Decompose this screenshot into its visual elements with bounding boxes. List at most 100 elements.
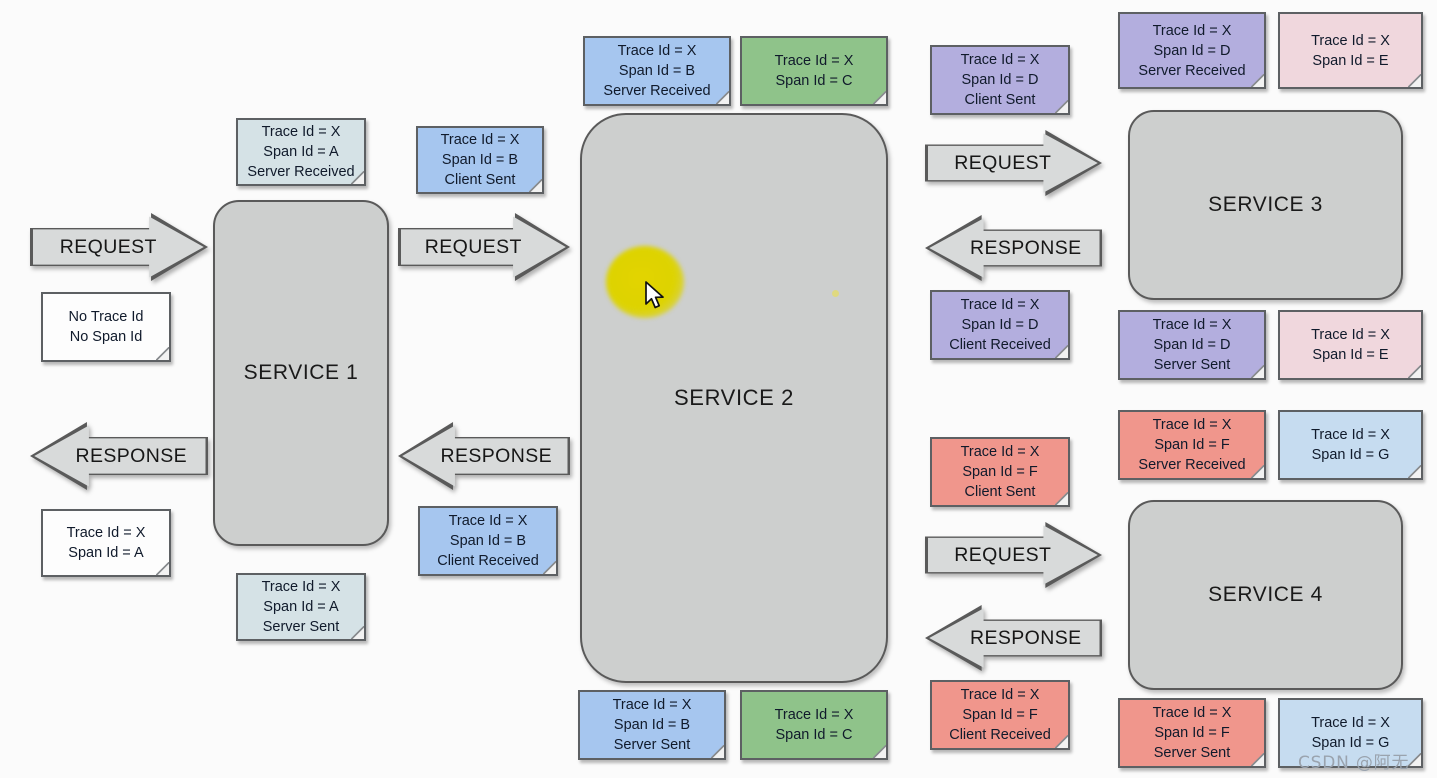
arrow-label: REQUEST <box>954 151 1052 174</box>
tracing-diagram-canvas: SERVICE 1 SERVICE 2 SERVICE 3 SERVICE 4 … <box>0 0 1437 778</box>
note-line: Trace Id = X <box>1152 317 1232 333</box>
arrow-label: REQUEST <box>59 235 157 258</box>
service-1-label: SERVICE 1 <box>243 361 359 384</box>
arrow-response-service-3-to-service-2[interactable]: RESPONSE <box>925 215 1102 281</box>
note-line: Span Id = B <box>613 717 691 733</box>
note-line: Span Id = A <box>68 545 144 561</box>
arrow-label: REQUEST <box>424 235 522 258</box>
note-span-g-top[interactable]: Trace Id = X Span Id = G <box>1278 410 1423 480</box>
note-line: Span Id = F <box>1154 725 1230 741</box>
service-2-label: SERVICE 2 <box>674 385 794 410</box>
note-line: Trace Id = X <box>448 513 528 529</box>
arrow-request-into-service-1[interactable]: REQUEST <box>30 213 208 281</box>
note-span-b-server-sent[interactable]: Trace Id = X Span Id = B Server Sent <box>578 690 726 760</box>
note-span-g-bottom[interactable]: Trace Id = X Span Id = G <box>1278 698 1423 768</box>
mouse-pointer-icon <box>645 281 664 309</box>
note-line: Trace Id = X <box>1152 22 1232 39</box>
service-box-service-3[interactable]: SERVICE 3 <box>1128 110 1403 300</box>
arrow-label: RESPONSE <box>440 444 553 467</box>
note-line: Span Id = B <box>449 533 527 549</box>
note-line: No Span Id <box>69 329 143 345</box>
arrow-label: RESPONSE <box>75 444 188 467</box>
note-no-trace-id[interactable]: No Trace Id No Span Id <box>41 292 171 362</box>
arrow-label: RESPONSE <box>969 236 1082 259</box>
note-line: Server Received <box>1138 62 1246 79</box>
note-span-c-bottom[interactable]: Trace Id = X Span Id = C <box>740 690 888 760</box>
arrow-request-service-2-to-service-3[interactable]: REQUEST <box>925 130 1102 196</box>
note-span-d-server-received[interactable]: Trace Id = X Span Id = D Server Received <box>1118 12 1266 89</box>
note-span-c-top[interactable]: Trace Id = X Span Id = C <box>740 36 888 106</box>
note-line: Trace Id = X <box>66 525 146 541</box>
note-span-e-top[interactable]: Trace Id = X Span Id = E <box>1278 12 1423 89</box>
note-span-f-server-sent[interactable]: Trace Id = X Span Id = F Server Sent <box>1118 698 1266 768</box>
note-line: Span Id = D <box>1153 42 1231 59</box>
note-line: Client Sent <box>964 484 1036 500</box>
note-line: Trace Id = X <box>1152 705 1232 721</box>
arrow-request-service-2-to-service-4[interactable]: REQUEST <box>925 522 1102 588</box>
note-line: Trace Id = X <box>1152 417 1232 433</box>
note-line: Trace Id = X <box>960 444 1040 460</box>
note-span-a-response[interactable]: Trace Id = X Span Id = A <box>41 509 171 577</box>
service-box-service-1[interactable]: SERVICE 1 <box>213 200 389 546</box>
note-line: Span Id = D <box>961 317 1039 333</box>
note-line: Span Id = C <box>775 73 853 89</box>
note-line: Trace Id = X <box>1311 715 1390 731</box>
note-span-a-server-received[interactable]: Trace Id = X Span Id = A Server Received <box>236 118 366 186</box>
note-line: Server Sent <box>1153 357 1231 373</box>
note-span-f-client-received[interactable]: Trace Id = X Span Id = F Client Received <box>930 680 1070 750</box>
note-line: Span Id = C <box>775 727 853 743</box>
note-line: Span Id = A <box>263 144 339 160</box>
note-line: Span Id = E <box>1312 347 1389 363</box>
note-span-d-client-sent[interactable]: Trace Id = X Span Id = D Client Sent <box>930 45 1070 115</box>
arrow-label: REQUEST <box>954 543 1052 566</box>
note-line: Trace Id = X <box>617 43 697 59</box>
note-line: Trace Id = X <box>1311 32 1390 49</box>
service-box-service-2[interactable]: SERVICE 2 <box>580 113 888 683</box>
note-line: Client Received <box>949 727 1051 743</box>
arrow-response-service-4-to-service-2[interactable]: RESPONSE <box>925 605 1102 671</box>
note-line: Server Received <box>247 164 355 180</box>
note-span-d-server-sent[interactable]: Trace Id = X Span Id = D Server Sent <box>1118 310 1266 380</box>
note-line: Span Id = D <box>1153 337 1231 353</box>
note-line: Server Sent <box>1153 745 1231 761</box>
note-span-f-server-received[interactable]: Trace Id = X Span Id = F Server Received <box>1118 410 1266 480</box>
note-span-f-client-sent[interactable]: Trace Id = X Span Id = F Client Sent <box>930 437 1070 507</box>
note-line: Span Id = B <box>618 63 696 79</box>
note-span-b-client-sent[interactable]: Trace Id = X Span Id = B Client Sent <box>416 126 544 194</box>
note-line: Trace Id = X <box>1311 327 1390 343</box>
note-line: Trace Id = X <box>960 687 1040 703</box>
arrow-response-out-of-service-1[interactable]: RESPONSE <box>30 422 208 490</box>
note-line: Server Received <box>1138 457 1246 473</box>
note-line: No Trace Id <box>68 309 144 325</box>
note-span-a-server-sent[interactable]: Trace Id = X Span Id = A Server Sent <box>236 573 366 641</box>
note-line: Trace Id = X <box>440 132 520 148</box>
note-span-b-client-received[interactable]: Trace Id = X Span Id = B Client Received <box>418 506 558 576</box>
note-line: Trace Id = X <box>261 124 341 140</box>
note-line: Span Id = F <box>1154 437 1230 453</box>
note-line: Span Id = E <box>1312 52 1389 69</box>
note-line: Server Sent <box>262 619 340 635</box>
note-line: Span Id = F <box>962 707 1038 723</box>
arrow-label: RESPONSE <box>969 626 1082 649</box>
note-line: Trace Id = X <box>960 52 1040 68</box>
highlight-artifact-dot <box>832 290 839 297</box>
service-4-label: SERVICE 4 <box>1208 583 1323 606</box>
note-line: Span Id = G <box>1311 735 1390 751</box>
note-line: Server Received <box>603 83 711 99</box>
note-line: Span Id = D <box>961 72 1039 88</box>
note-line: Span Id = G <box>1311 447 1390 463</box>
note-span-d-client-received[interactable]: Trace Id = X Span Id = D Client Received <box>930 290 1070 360</box>
arrow-request-service-1-to-service-2[interactable]: REQUEST <box>398 213 570 281</box>
note-line: Trace Id = X <box>774 53 854 69</box>
note-line: Trace Id = X <box>1311 427 1390 443</box>
service-3-label: SERVICE 3 <box>1208 193 1323 216</box>
service-box-service-4[interactable]: SERVICE 4 <box>1128 500 1403 690</box>
note-line: Trace Id = X <box>261 579 341 595</box>
note-span-b-server-received[interactable]: Trace Id = X Span Id = B Server Received <box>583 36 731 106</box>
note-span-e-bottom[interactable]: Trace Id = X Span Id = E <box>1278 310 1423 380</box>
arrow-response-service-2-to-service-1[interactable]: RESPONSE <box>398 422 570 490</box>
note-line: Span Id = F <box>962 464 1038 480</box>
note-line: Span Id = A <box>263 599 339 615</box>
note-line: Server Sent <box>613 737 691 753</box>
note-line: Client Received <box>437 553 539 569</box>
